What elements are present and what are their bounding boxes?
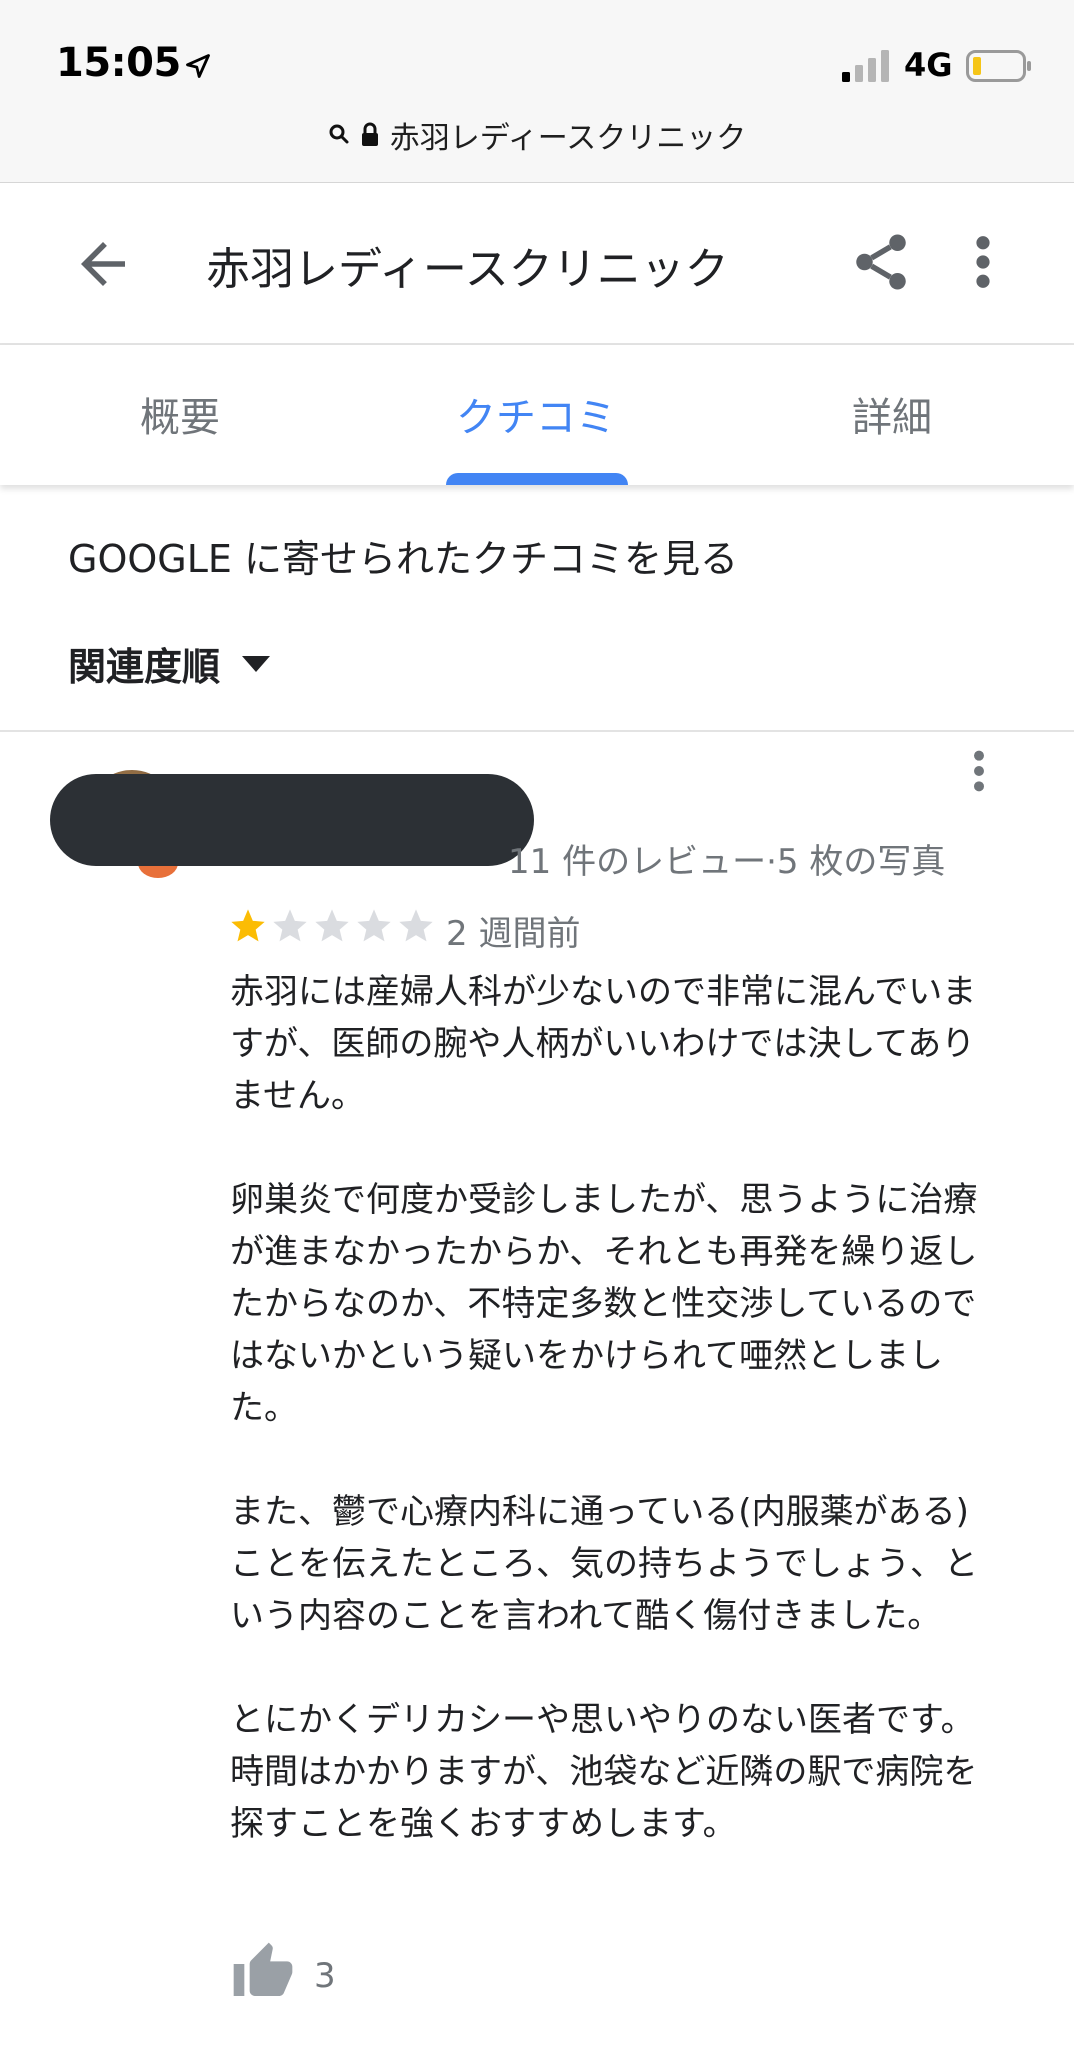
reviewer-meta: 11 件のレビュー·5 枚の写真 [508,842,946,882]
location-arrow-icon [186,54,210,78]
review-text: 赤羽には産婦人科が少ないので非常に混んでいますが、医師の腕や人柄がいいわけでは決… [230,966,990,1902]
review-paragraph: 赤羽には産婦人科が少ないので非常に混んでいますが、医師の腕や人柄がいいわけでは決… [230,972,977,1116]
tab-reviews[interactable]: クチコミ [386,385,686,443]
network-type: 4G [904,46,953,84]
sort-label: 関連度順 [68,645,221,689]
url-bar[interactable]: 赤羽レディースクリニック [0,112,1074,158]
thumbs-up-icon[interactable] [230,1940,296,2004]
dropdown-caret-icon [242,655,271,672]
review-more-icon[interactable] [964,748,994,794]
star-empty-icon [357,909,391,942]
see-google-reviews-link[interactable]: GOOGLE に寄せられたクチコミを見る [68,528,738,583]
review-time: 2 週間前 [446,914,581,954]
tab-bar: 概要 クチコミ 詳細 [0,345,1074,485]
page-title: 赤羽レディースクリニック [206,244,729,295]
status-time: 15:05 [56,40,181,86]
star-empty-icon [315,909,349,942]
star-filled-icon [231,909,265,942]
status-bar: 15:05 4G 赤羽レディースクリニック [0,0,1074,183]
star-empty-icon [399,909,433,942]
battery-icon [966,50,1031,82]
divider [0,730,1074,732]
search-icon [329,124,349,144]
review-paragraph: また、鬱で心療内科に通っている(内服薬がある)ことを伝えたところ、気の持ちようで… [230,1492,978,1636]
like-count: 3 [314,1956,336,1996]
signal-strength-icon [842,50,889,82]
star-rating [228,906,436,946]
star-empty-icon [273,909,307,942]
review-paragraph: とにかくデリカシーや思いやりのない医者です。時間はかかりますが、池袋など近隣の駅… [230,1700,978,1844]
more-vert-icon[interactable] [960,229,1006,295]
lock-icon [361,122,378,146]
sort-dropdown[interactable]: 関連度順 [68,636,271,691]
review-paragraph: 卵巣炎で何度か受診しましたが、思うように治療が進まなかったからか、それとも再発を… [230,1180,978,1428]
back-arrow-icon[interactable] [70,231,136,297]
tab-overview[interactable]: 概要 [30,385,330,443]
tab-details[interactable]: 詳細 [742,385,1042,443]
redacted-reviewer-name [50,774,534,866]
url-text: 赤羽レディースクリニック [389,121,747,156]
app-bar: 赤羽レディースクリニック [0,183,1074,345]
share-icon[interactable] [848,229,914,295]
active-tab-indicator [446,473,628,485]
